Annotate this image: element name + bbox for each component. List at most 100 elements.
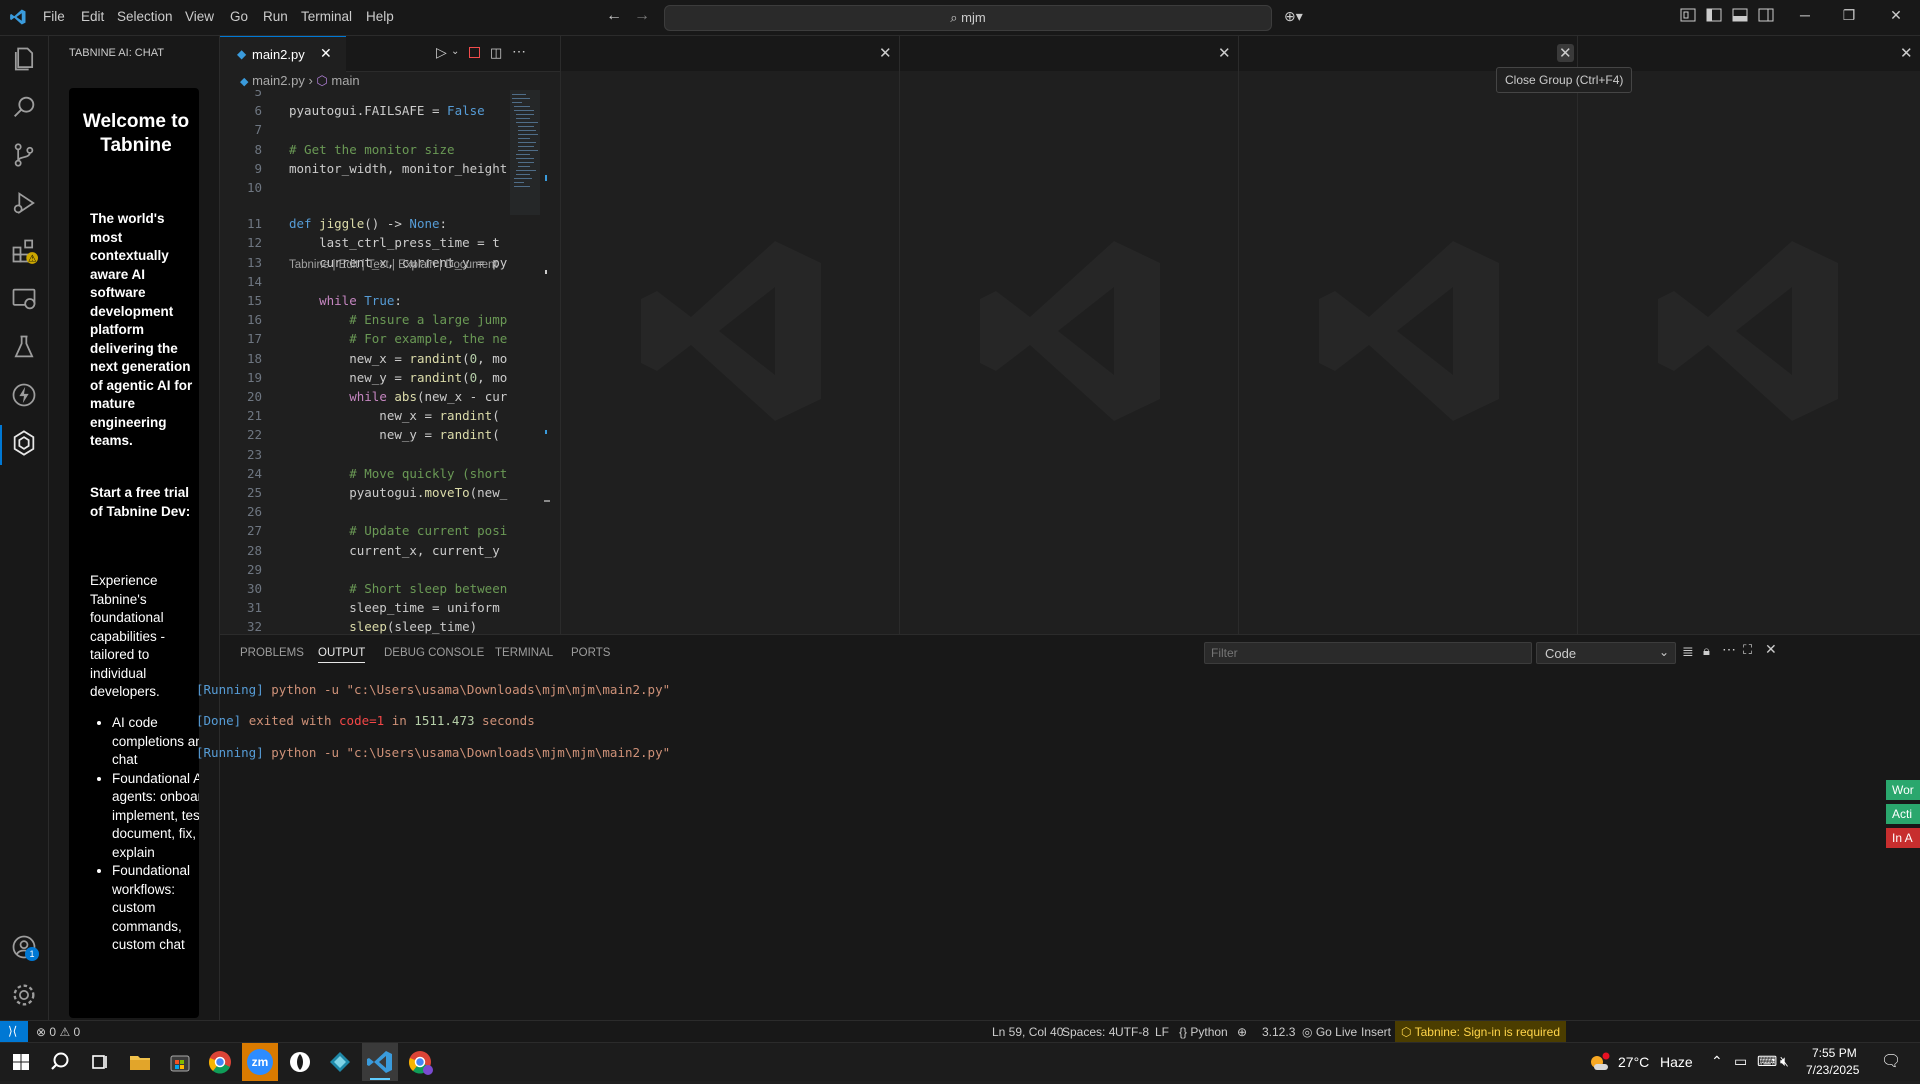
lightning-icon[interactable] bbox=[10, 381, 38, 409]
editor-mode[interactable]: Insert bbox=[1361, 1025, 1391, 1039]
network-icon[interactable]: ⌨ bbox=[1757, 1053, 1777, 1070]
code-line[interactable]: 15 while True: bbox=[220, 291, 510, 310]
more-actions-icon[interactable]: ⋯ bbox=[1722, 641, 1736, 658]
explorer-icon[interactable] bbox=[10, 45, 38, 73]
menu-file[interactable]: File bbox=[43, 9, 65, 24]
code-line[interactable]: 7 bbox=[220, 120, 510, 139]
source-control-icon[interactable] bbox=[10, 141, 38, 169]
volume-muted-icon[interactable]: 🔇︎ bbox=[1780, 1053, 1789, 1070]
command-center[interactable]: ⌕ mjm bbox=[664, 5, 1272, 31]
toggle-panel-icon[interactable] bbox=[1729, 7, 1751, 27]
code-line[interactable]: 24 # Move quickly (short bbox=[220, 464, 510, 483]
toggle-sidebar-icon[interactable] bbox=[1703, 7, 1725, 27]
code-editor[interactable]: 5 6 pyautogui.FAILSAFE = False 7 8 # Get the … bbox=[220, 90, 510, 634]
tab-output[interactable]: OUTPUT bbox=[318, 647, 366, 663]
remote-explorer-icon[interactable] bbox=[10, 285, 38, 313]
indentation[interactable]: Spaces: 4 bbox=[1062, 1025, 1115, 1039]
code-line[interactable]: 25 pyautogui.moveTo(new_ bbox=[220, 483, 510, 502]
back-arrow-icon[interactable]: ← bbox=[606, 7, 622, 25]
taskbar-search-icon[interactable] bbox=[45, 1047, 75, 1077]
store-icon[interactable] bbox=[165, 1047, 195, 1077]
chrome-profile-icon[interactable] bbox=[405, 1047, 435, 1077]
tab-debug-console[interactable]: DEBUG CONSOLE bbox=[384, 647, 484, 659]
notification-center-icon[interactable]: 🗨︎ bbox=[1881, 1051, 1901, 1071]
code-line[interactable]: 12 last_ctrl_press_time = t bbox=[220, 233, 510, 252]
encoding[interactable]: UTF-8 bbox=[1115, 1025, 1149, 1039]
task-view-icon[interactable] bbox=[85, 1047, 115, 1077]
close-group-icon[interactable]: ✕ bbox=[879, 44, 892, 62]
code-line[interactable]: 17 # For example, the ne bbox=[220, 329, 510, 348]
remote-indicator[interactable]: ⟩⟨ bbox=[0, 1021, 28, 1043]
notification-toast[interactable]: In A bbox=[1886, 828, 1920, 848]
chevron-up-icon[interactable]: ⌃ bbox=[1711, 1053, 1723, 1070]
settings-gear-icon[interactable] bbox=[10, 981, 38, 1009]
breadcrumb-symbol[interactable]: main bbox=[331, 73, 359, 88]
more-actions-icon[interactable]: ⋯ bbox=[512, 43, 526, 60]
forward-arrow-icon[interactable]: → bbox=[634, 7, 650, 25]
code-line[interactable]: 10 bbox=[220, 178, 510, 197]
customize-layout-icon[interactable] bbox=[1677, 7, 1699, 27]
copilot-status-icon[interactable]: ⊕ bbox=[1237, 1025, 1247, 1039]
cursor-position[interactable]: Ln 59, Col 40 bbox=[992, 1025, 1063, 1039]
close-group-icon[interactable]: ✕ bbox=[1218, 44, 1231, 62]
menu-help[interactable]: Help bbox=[366, 9, 394, 24]
menu-view[interactable]: View bbox=[185, 9, 214, 24]
lock-icon[interactable]: 🔒︎ bbox=[1703, 643, 1710, 659]
notification-toast[interactable]: Wor bbox=[1886, 780, 1920, 800]
code-line[interactable]: 6 pyautogui.FAILSAFE = False bbox=[220, 101, 510, 120]
breadcrumb-file[interactable]: main2.py bbox=[252, 73, 305, 88]
code-line[interactable]: 16 # Ensure a large jump bbox=[220, 310, 510, 329]
close-group-icon[interactable]: ✕ bbox=[1900, 44, 1913, 62]
code-line[interactable]: 28 current_x, current_y bbox=[220, 541, 510, 560]
tabnine-codelens[interactable]: Tabnine | Edit | Test | Explain | Docume… bbox=[289, 259, 498, 271]
restore-icon[interactable]: ❐ bbox=[1838, 7, 1860, 27]
chevron-down-icon[interactable]: ⌄ bbox=[451, 46, 459, 57]
menu-terminal[interactable]: Terminal bbox=[301, 9, 352, 24]
tab-problems[interactable]: PROBLEMS bbox=[240, 647, 304, 659]
code-line[interactable]: 21 new_x = randint( bbox=[220, 406, 510, 425]
output-filter-input[interactable] bbox=[1204, 642, 1532, 664]
code-line[interactable]: 30 # Short sleep between bbox=[220, 579, 510, 598]
run-python-icon[interactable]: ▷ bbox=[436, 44, 447, 61]
clear-output-icon[interactable]: ≣ bbox=[1682, 643, 1694, 660]
tabnine-icon[interactable] bbox=[10, 429, 38, 457]
menu-go[interactable]: Go bbox=[230, 9, 248, 24]
line-ending[interactable]: LF bbox=[1155, 1025, 1169, 1039]
close-panel-icon[interactable]: ✕ bbox=[1765, 641, 1777, 658]
split-editor-icon[interactable]: ◫ bbox=[490, 45, 502, 61]
code-line[interactable]: 5 bbox=[220, 90, 510, 101]
problems-status[interactable]: ⊗ 0 ⚠ 0 bbox=[36, 1025, 80, 1039]
close-window-icon[interactable]: ✕ bbox=[1885, 7, 1907, 27]
tab-terminal[interactable]: TERMINAL bbox=[495, 647, 553, 659]
extensions-icon[interactable]: ⚠ bbox=[10, 237, 38, 265]
code-line[interactable]: 18 new_x = randint(0, mo bbox=[220, 349, 510, 368]
code-line[interactable]: 20 while abs(new_x - cur bbox=[220, 387, 510, 406]
weather-icon[interactable] bbox=[1584, 1047, 1614, 1077]
copilot-icon[interactable]: ⊕▾ bbox=[1284, 8, 1303, 25]
python-version[interactable]: 3.12.3 bbox=[1262, 1025, 1295, 1039]
code-line[interactable]: 29 bbox=[220, 560, 510, 579]
code-line[interactable]: 11 def jiggle() -> None: bbox=[220, 214, 510, 233]
tab-main2-py[interactable]: ◆ main2.py ✕ bbox=[220, 36, 346, 72]
tabnine-status[interactable]: ⬡ Tabnine: Sign-in is required bbox=[1395, 1021, 1567, 1043]
menu-selection[interactable]: Selection bbox=[117, 9, 173, 24]
clock-date[interactable]: 7/23/2025 bbox=[1806, 1063, 1859, 1077]
menu-run[interactable]: Run bbox=[263, 9, 288, 24]
code-line[interactable]: 14 bbox=[220, 272, 510, 291]
menu-edit[interactable]: Edit bbox=[81, 9, 104, 24]
zoom-app-icon[interactable]: zm bbox=[242, 1043, 278, 1081]
app-leaf-icon[interactable] bbox=[285, 1047, 315, 1077]
code-line[interactable]: 22 new_y = randint( bbox=[220, 425, 510, 444]
language-mode[interactable]: {} Python bbox=[1179, 1025, 1228, 1039]
code-line[interactable]: 31 sleep_time = uniform bbox=[220, 598, 510, 617]
code-line[interactable]: 9 monitor_width, monitor_height bbox=[220, 159, 510, 178]
output-channel-select[interactable]: Code ⌄ bbox=[1536, 642, 1676, 664]
code-line[interactable]: 32 sleep(sleep_time) bbox=[220, 617, 510, 634]
battery-icon[interactable]: ▭ bbox=[1734, 1053, 1747, 1070]
clock-time[interactable]: 7:55 PM bbox=[1812, 1046, 1857, 1060]
code-line[interactable]: 23 bbox=[220, 445, 510, 464]
notification-toast[interactable]: Acti bbox=[1886, 804, 1920, 824]
search-icon[interactable] bbox=[10, 93, 38, 121]
run-debug-icon[interactable] bbox=[10, 189, 38, 217]
app-diamond-icon[interactable] bbox=[325, 1047, 355, 1077]
